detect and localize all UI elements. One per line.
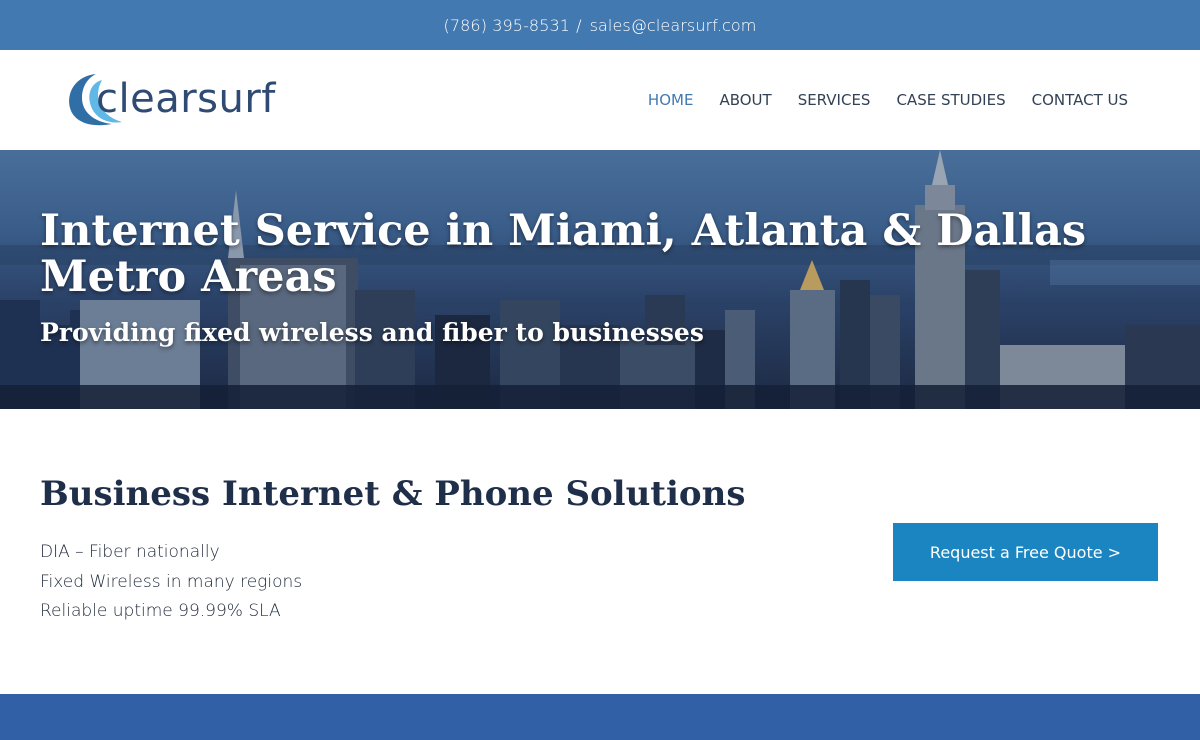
email-link[interactable]: sales@clearsurf.com [590,16,757,35]
hero-title: Internet Service in Miami, Atlanta & Dal… [40,206,1087,302]
nav-about[interactable]: ABOUT [719,91,771,109]
phone-link[interactable]: (786) 395-8531 [444,16,571,35]
nav-services[interactable]: SERVICES [798,91,871,109]
nav-contact-us[interactable]: CONTACT US [1032,91,1128,109]
request-quote-button[interactable]: Request a Free Quote > [893,523,1158,581]
footer-band [0,694,1200,740]
contact-bar: (786) 395-8531 / sales@clearsurf.com [0,0,1200,50]
nav-home[interactable]: HOME [648,91,694,109]
logo-wordmark: clearsurf [96,76,276,122]
clearsurf-logo[interactable]: clearsurf [66,70,306,130]
nav-case-studies[interactable]: CASE STUDIES [896,91,1005,109]
contact-separator: / [576,15,582,35]
hero-subtitle: Providing fixed wireless and fiber to bu… [40,318,704,347]
hero-banner: Internet Service in Miami, Atlanta & Dal… [0,150,1200,409]
feature-item: DIA – Fiber nationally [40,542,220,562]
feature-item: Reliable uptime 99.99% SLA [40,601,281,621]
site-header: clearsurf HOME ABOUT SERVICES CASE STUDI… [0,50,1200,150]
feature-list: DIA – Fiber nationally Fixed Wireless in… [40,538,302,627]
feature-item: Fixed Wireless in many regions [40,571,303,592]
main-nav: HOME ABOUT SERVICES CASE STUDIES CONTACT… [648,50,1128,150]
section-heading: Business Internet & Phone Solutions [40,474,746,514]
